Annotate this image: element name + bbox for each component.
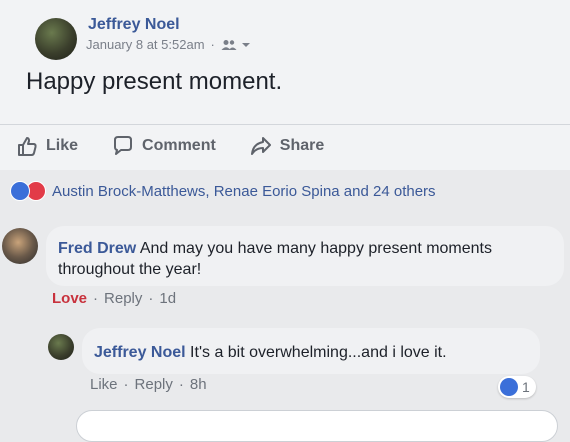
post-timestamp[interactable]: January 8 at 5:52am: [86, 37, 205, 52]
comment-button-label: Comment: [142, 137, 216, 154]
reply-input[interactable]: [76, 410, 558, 442]
post-card: Jeffrey Noel January 8 at 5:52am · Happy…: [0, 0, 570, 170]
post-action-bar: Like Comment Share: [0, 124, 570, 167]
post-meta: January 8 at 5:52am ·: [86, 37, 251, 52]
reply-author-name[interactable]: Jeffrey Noel: [94, 344, 186, 361]
reply-reply-link[interactable]: Reply: [135, 376, 173, 393]
audience-selector[interactable]: [221, 39, 251, 51]
like-button[interactable]: Like: [16, 135, 78, 157]
share-button-label: Share: [279, 137, 325, 154]
post-author-avatar[interactable]: [35, 18, 77, 60]
comment-author-name[interactable]: Fred Drew: [58, 240, 136, 257]
post-text: Happy present moment.: [26, 68, 283, 95]
reply-like-count: 1: [522, 379, 530, 395]
reactions-summary[interactable]: Austin Brock-Matthews, Renae Eorio Spina…: [0, 176, 570, 206]
reply-link[interactable]: Reply: [104, 290, 142, 307]
reaction-names[interactable]: Austin Brock-Matthews, Renae Eorio Spina…: [52, 183, 436, 200]
share-button[interactable]: Share: [250, 135, 324, 157]
reply-time[interactable]: 8h: [190, 376, 207, 393]
comment-time[interactable]: 1d: [159, 290, 176, 307]
share-arrow-icon: [250, 137, 271, 155]
reply-author-avatar[interactable]: [48, 334, 74, 360]
thumbs-up-icon: [18, 137, 37, 156]
like-reaction-icon: [500, 378, 518, 396]
like-reaction-icon: [10, 181, 30, 201]
chevron-down-icon: [241, 42, 250, 47]
comment-text-line2: throughout the year!: [58, 261, 202, 278]
reply-like-link[interactable]: Like: [90, 376, 118, 393]
reply-actions: Like · Reply · 8h: [90, 376, 207, 393]
speech-bubble-icon: [114, 136, 133, 155]
like-button-label: Like: [46, 137, 79, 154]
comment: Fred Drew And may you have many happy pr…: [0, 222, 570, 312]
comment-author-avatar[interactable]: [2, 228, 38, 264]
comment-actions: Love · Reply · 1d: [52, 290, 177, 307]
comment-button[interactable]: Comment: [112, 135, 216, 157]
reply-body: Jeffrey Noel It's a bit overwhelming...a…: [94, 342, 447, 363]
love-link[interactable]: Love: [52, 290, 87, 307]
comment-body: Fred Drew And may you have many happy pr…: [58, 238, 568, 280]
reply-like-count-badge[interactable]: 1: [498, 376, 536, 398]
reaction-icons: [10, 181, 46, 201]
comment-text-line1: And may you have many happy present mome…: [139, 240, 492, 257]
reply: Jeffrey Noel It's a bit overwhelming...a…: [0, 328, 570, 408]
friends-icon: [221, 39, 237, 50]
post-author-name[interactable]: Jeffrey Noel: [88, 16, 180, 34]
reply-text: It's a bit overwhelming...and i love it.: [190, 344, 447, 361]
